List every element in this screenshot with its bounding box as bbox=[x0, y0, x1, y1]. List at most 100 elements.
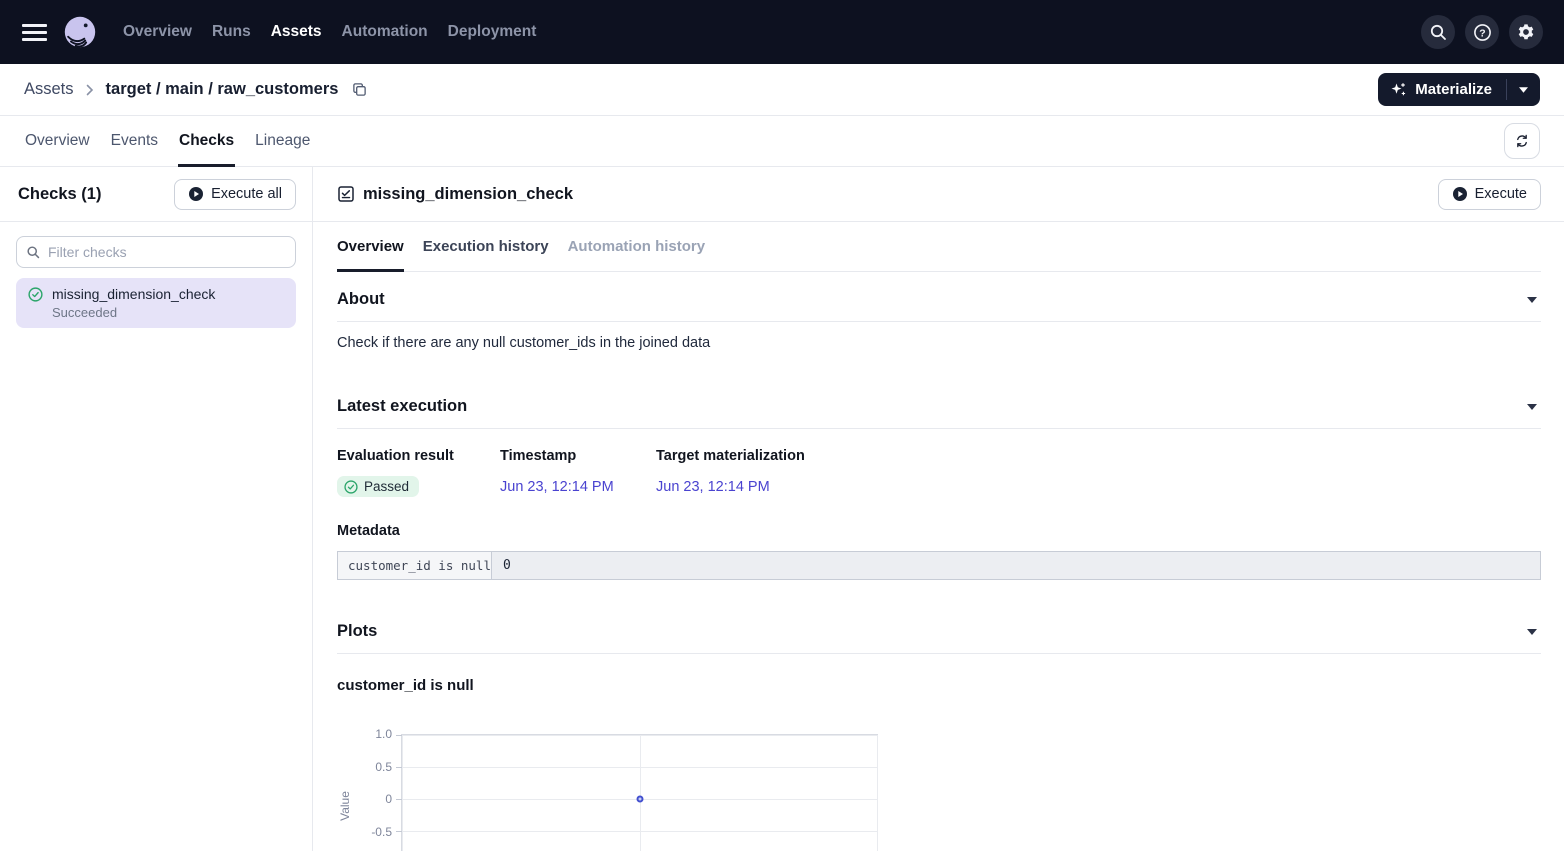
play-circle-icon bbox=[1452, 186, 1468, 202]
breadcrumb-row: Assets target / main / raw_customers Mat… bbox=[0, 64, 1564, 116]
check-description: Check if there are any null customer_ids… bbox=[337, 322, 1541, 355]
materialize-label: Materialize bbox=[1415, 81, 1492, 98]
tab-events[interactable]: Events bbox=[110, 116, 159, 166]
check-success-icon bbox=[28, 287, 43, 302]
y-tick-label: 1.0 bbox=[375, 727, 392, 741]
breadcrumb: Assets target / main / raw_customers bbox=[24, 80, 367, 99]
help-button[interactable]: ? bbox=[1465, 15, 1499, 49]
caret-down-icon bbox=[1519, 87, 1528, 93]
breadcrumb-assets-link[interactable]: Assets bbox=[24, 80, 74, 99]
gridline-vertical bbox=[402, 735, 403, 851]
copy-icon bbox=[352, 82, 367, 97]
column-evaluation-result: Evaluation result bbox=[337, 448, 500, 464]
metadata-table: customer_id is null 0 bbox=[337, 551, 1541, 580]
execute-label: Execute bbox=[1475, 186, 1527, 202]
check-title: missing_dimension_check bbox=[363, 185, 573, 204]
metadata-plot-chart: Value 1.00.50-0.5-1.0 bbox=[337, 734, 1541, 851]
execute-all-button[interactable]: Execute all bbox=[174, 179, 296, 210]
execution-timestamp-link[interactable]: Jun 23, 12:14 PM bbox=[500, 479, 614, 495]
check-item-status: Succeeded bbox=[52, 305, 284, 320]
y-tick-label: 0.5 bbox=[375, 760, 392, 774]
execute-all-label: Execute all bbox=[211, 186, 282, 202]
tab-execution-history[interactable]: Execution history bbox=[423, 222, 549, 271]
column-target-materialization: Target materialization bbox=[656, 448, 1541, 464]
chevron-right-icon bbox=[86, 84, 94, 96]
data-point bbox=[636, 796, 643, 803]
collapse-caret-icon[interactable] bbox=[1527, 297, 1537, 303]
checks-sidebar-header: Checks (1) Execute all bbox=[0, 167, 312, 222]
settings-button[interactable] bbox=[1509, 15, 1543, 49]
checks-list-container: missing_dimension_check Succeeded bbox=[0, 222, 312, 342]
checks-count-title: Checks (1) bbox=[18, 185, 101, 204]
metadata-heading: Metadata bbox=[337, 523, 1541, 539]
tab-overview[interactable]: Overview bbox=[24, 116, 91, 166]
refresh-icon bbox=[1514, 133, 1530, 149]
y-tick-label: 0 bbox=[385, 792, 392, 806]
y-axis-labels: 1.00.50-0.5-1.0 bbox=[353, 734, 401, 851]
checks-sidebar: Checks (1) Execute all missing_dimension… bbox=[0, 167, 313, 851]
primary-nav: Overview Runs Assets Automation Deployme… bbox=[123, 23, 536, 41]
latest-execution-heading: Latest execution bbox=[337, 397, 467, 416]
about-section-header[interactable]: About bbox=[337, 272, 1541, 322]
dagster-logo[interactable] bbox=[61, 13, 99, 51]
plots-heading: Plots bbox=[337, 622, 377, 641]
collapse-caret-icon[interactable] bbox=[1527, 404, 1537, 410]
about-heading: About bbox=[337, 290, 385, 309]
materialize-split-button: Materialize bbox=[1378, 73, 1540, 106]
check-detail-header: missing_dimension_check Execute bbox=[313, 167, 1564, 222]
nav-item-overview[interactable]: Overview bbox=[123, 23, 192, 41]
tab-check-overview[interactable]: Overview bbox=[337, 222, 404, 271]
nav-item-automation[interactable]: Automation bbox=[342, 23, 428, 41]
latest-execution-section-header[interactable]: Latest execution bbox=[337, 379, 1541, 429]
tab-lineage[interactable]: Lineage bbox=[254, 116, 311, 166]
plot-area bbox=[401, 734, 878, 851]
navbar-actions: ? bbox=[1421, 15, 1543, 49]
page-body: Checks (1) Execute all missing_dimension… bbox=[0, 167, 1564, 851]
materialize-button[interactable]: Materialize bbox=[1378, 73, 1506, 106]
column-timestamp: Timestamp bbox=[500, 448, 656, 464]
copy-asset-key-button[interactable] bbox=[352, 82, 367, 97]
sparkle-icon bbox=[1390, 81, 1407, 98]
nav-item-deployment[interactable]: Deployment bbox=[448, 23, 537, 41]
metadata-value: 0 bbox=[492, 552, 1540, 579]
execute-button[interactable]: Execute bbox=[1438, 179, 1541, 210]
help-icon: ? bbox=[1473, 23, 1492, 42]
materialize-dropdown-button[interactable] bbox=[1507, 73, 1540, 106]
check-list-item[interactable]: missing_dimension_check Succeeded bbox=[16, 278, 296, 328]
tab-automation-history[interactable]: Automation history bbox=[568, 222, 706, 271]
plots-section-header[interactable]: Plots bbox=[337, 604, 1541, 654]
latest-execution-table: Evaluation result Timestamp Target mater… bbox=[337, 448, 1541, 497]
asset-tabs: Overview Events Checks Lineage bbox=[24, 116, 311, 166]
check-detail-content: Overview Execution history Automation hi… bbox=[313, 222, 1564, 851]
search-icon bbox=[1429, 23, 1447, 41]
passed-check-icon bbox=[344, 480, 358, 494]
filter-checks-input[interactable] bbox=[16, 236, 296, 268]
filter-box bbox=[16, 236, 296, 268]
target-materialization-link[interactable]: Jun 23, 12:14 PM bbox=[656, 479, 770, 495]
nav-item-runs[interactable]: Runs bbox=[212, 23, 251, 41]
filter-search-icon bbox=[26, 245, 40, 264]
metadata-key: customer_id is null bbox=[338, 552, 492, 579]
check-detail-tabs: Overview Execution history Automation hi… bbox=[337, 222, 1541, 272]
collapse-caret-icon[interactable] bbox=[1527, 629, 1537, 635]
refresh-button[interactable] bbox=[1504, 123, 1540, 159]
svg-text:?: ? bbox=[1479, 28, 1485, 39]
gridline-vertical bbox=[640, 735, 641, 851]
hamburger-menu-icon[interactable] bbox=[22, 20, 47, 45]
play-circle-icon bbox=[188, 186, 204, 202]
asset-check-icon bbox=[337, 185, 355, 203]
check-item-name: missing_dimension_check bbox=[52, 286, 215, 302]
tab-checks[interactable]: Checks bbox=[178, 116, 235, 166]
passed-label: Passed bbox=[364, 479, 409, 494]
asset-tabs-row: Overview Events Checks Lineage bbox=[0, 116, 1564, 167]
asset-key-path: target / main / raw_customers bbox=[106, 80, 339, 99]
gridline-vertical bbox=[877, 735, 878, 851]
top-navbar: Overview Runs Assets Automation Deployme… bbox=[0, 0, 1564, 64]
plot-title: customer_id is null bbox=[337, 677, 1541, 694]
nav-item-assets[interactable]: Assets bbox=[271, 23, 322, 41]
search-button[interactable] bbox=[1421, 15, 1455, 49]
y-tick-label: -0.5 bbox=[371, 825, 392, 839]
check-detail-panel: missing_dimension_check Execute Overview… bbox=[313, 167, 1564, 851]
passed-badge: Passed bbox=[337, 476, 419, 497]
gear-icon bbox=[1517, 23, 1535, 41]
